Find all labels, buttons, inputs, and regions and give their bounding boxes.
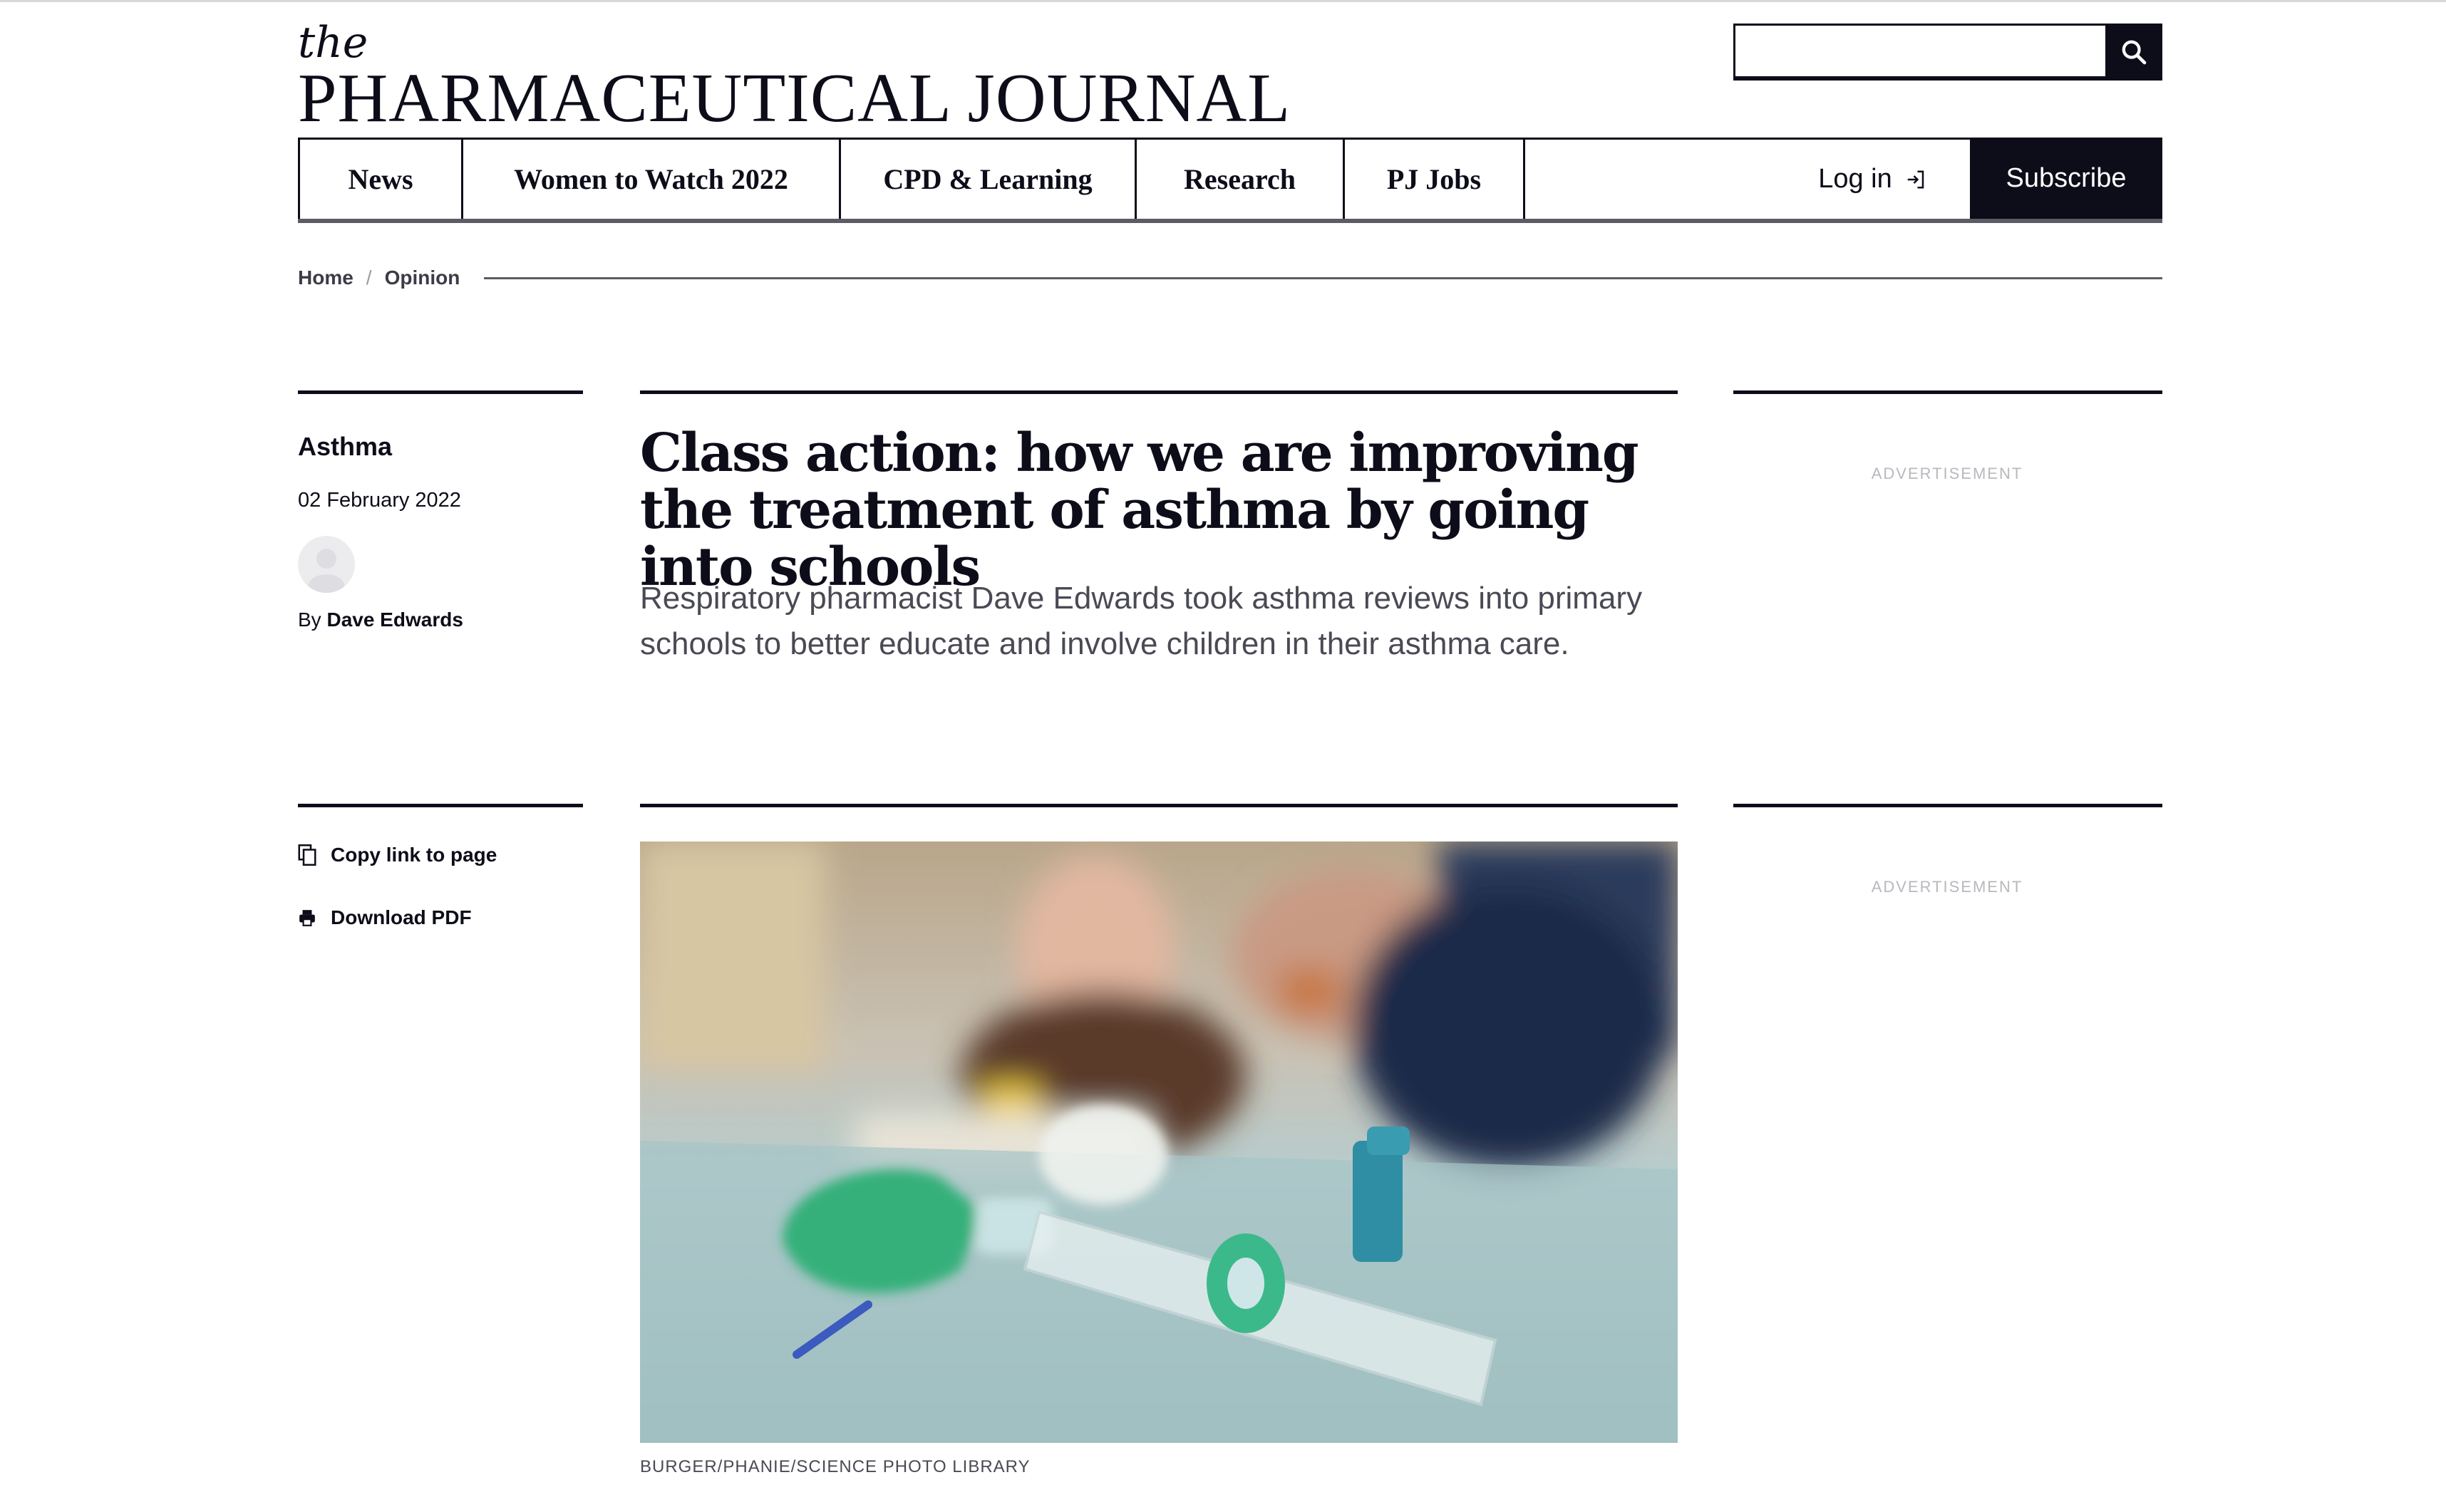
- article-standfirst: Respiratory pharmacist Dave Edwards took…: [640, 581, 1643, 661]
- copy-link-button[interactable]: Copy link to page: [298, 844, 497, 866]
- site-logo[interactable]: the PHARMACEUTICAL JOURNAL: [298, 20, 1291, 134]
- avatar-placeholder-icon: [308, 549, 345, 593]
- search-icon: [2122, 40, 2147, 65]
- download-pdf-label: Download PDF: [331, 906, 472, 928]
- printer-icon: [299, 910, 315, 926]
- byline-prefix: By: [298, 609, 321, 631]
- breadcrumb-rule: [484, 276, 2162, 279]
- nav-item-news[interactable]: News: [298, 140, 461, 219]
- tools-rule: [298, 804, 583, 807]
- inhaler-photo: [640, 842, 1678, 1443]
- image-caption: BURGER/PHANIE/SCIENCE PHOTO LIBRARY: [640, 1457, 1031, 1476]
- article-headline: Class action: how we are improving the t…: [640, 423, 1639, 598]
- advertisement-label-2: ADVERTISEMENT: [1871, 878, 2023, 896]
- login-label: Log in: [1818, 164, 1892, 194]
- download-pdf-button[interactable]: Download PDF: [298, 906, 472, 929]
- advertisement-label-1: ADVERTISEMENT: [1871, 465, 2023, 482]
- main-nav: News Women to Watch 2022 CPD & Learning …: [298, 138, 2162, 223]
- copy-icon: [298, 844, 316, 866]
- logo-the: the: [298, 18, 368, 68]
- top-border: [0, 0, 2446, 2]
- subscribe-button[interactable]: Subscribe: [1970, 138, 2162, 219]
- nav-item-pj-jobs[interactable]: PJ Jobs: [1343, 140, 1525, 219]
- breadcrumb-home[interactable]: Home: [298, 266, 354, 289]
- nav-item-cpd-learning[interactable]: CPD & Learning: [839, 140, 1135, 219]
- author-avatar: [298, 536, 355, 593]
- nav-item-research[interactable]: Research: [1135, 140, 1343, 219]
- image-rule: [640, 804, 1678, 807]
- byline: By Dave Edwards: [298, 609, 463, 631]
- copy-link-label: Copy link to page: [331, 844, 497, 866]
- main-column-rule: [640, 390, 1678, 394]
- breadcrumb-current[interactable]: Opinion: [385, 266, 460, 289]
- logo-title: PHARMACEUTICAL JOURNAL: [298, 60, 1291, 137]
- search-input[interactable]: [1733, 24, 2105, 81]
- article-date: 02 February 2022: [298, 489, 461, 512]
- nav-item-women-to-watch[interactable]: Women to Watch 2022: [461, 140, 839, 219]
- ad-rule: [1733, 804, 2162, 807]
- login-icon: [1907, 170, 1924, 188]
- article-topic[interactable]: Asthma: [298, 432, 392, 462]
- left-column-rule: [298, 390, 583, 394]
- article-hero-image: [640, 842, 1678, 1443]
- author-name[interactable]: Dave Edwards: [326, 609, 463, 631]
- breadcrumb-separator: /: [366, 266, 372, 289]
- right-column-rule: [1733, 390, 2162, 394]
- search-bar: [1733, 24, 2162, 81]
- breadcrumb: Home / Opinion: [298, 264, 2162, 292]
- login-button[interactable]: Log in: [1775, 140, 1970, 219]
- search-button[interactable]: [2105, 24, 2162, 81]
